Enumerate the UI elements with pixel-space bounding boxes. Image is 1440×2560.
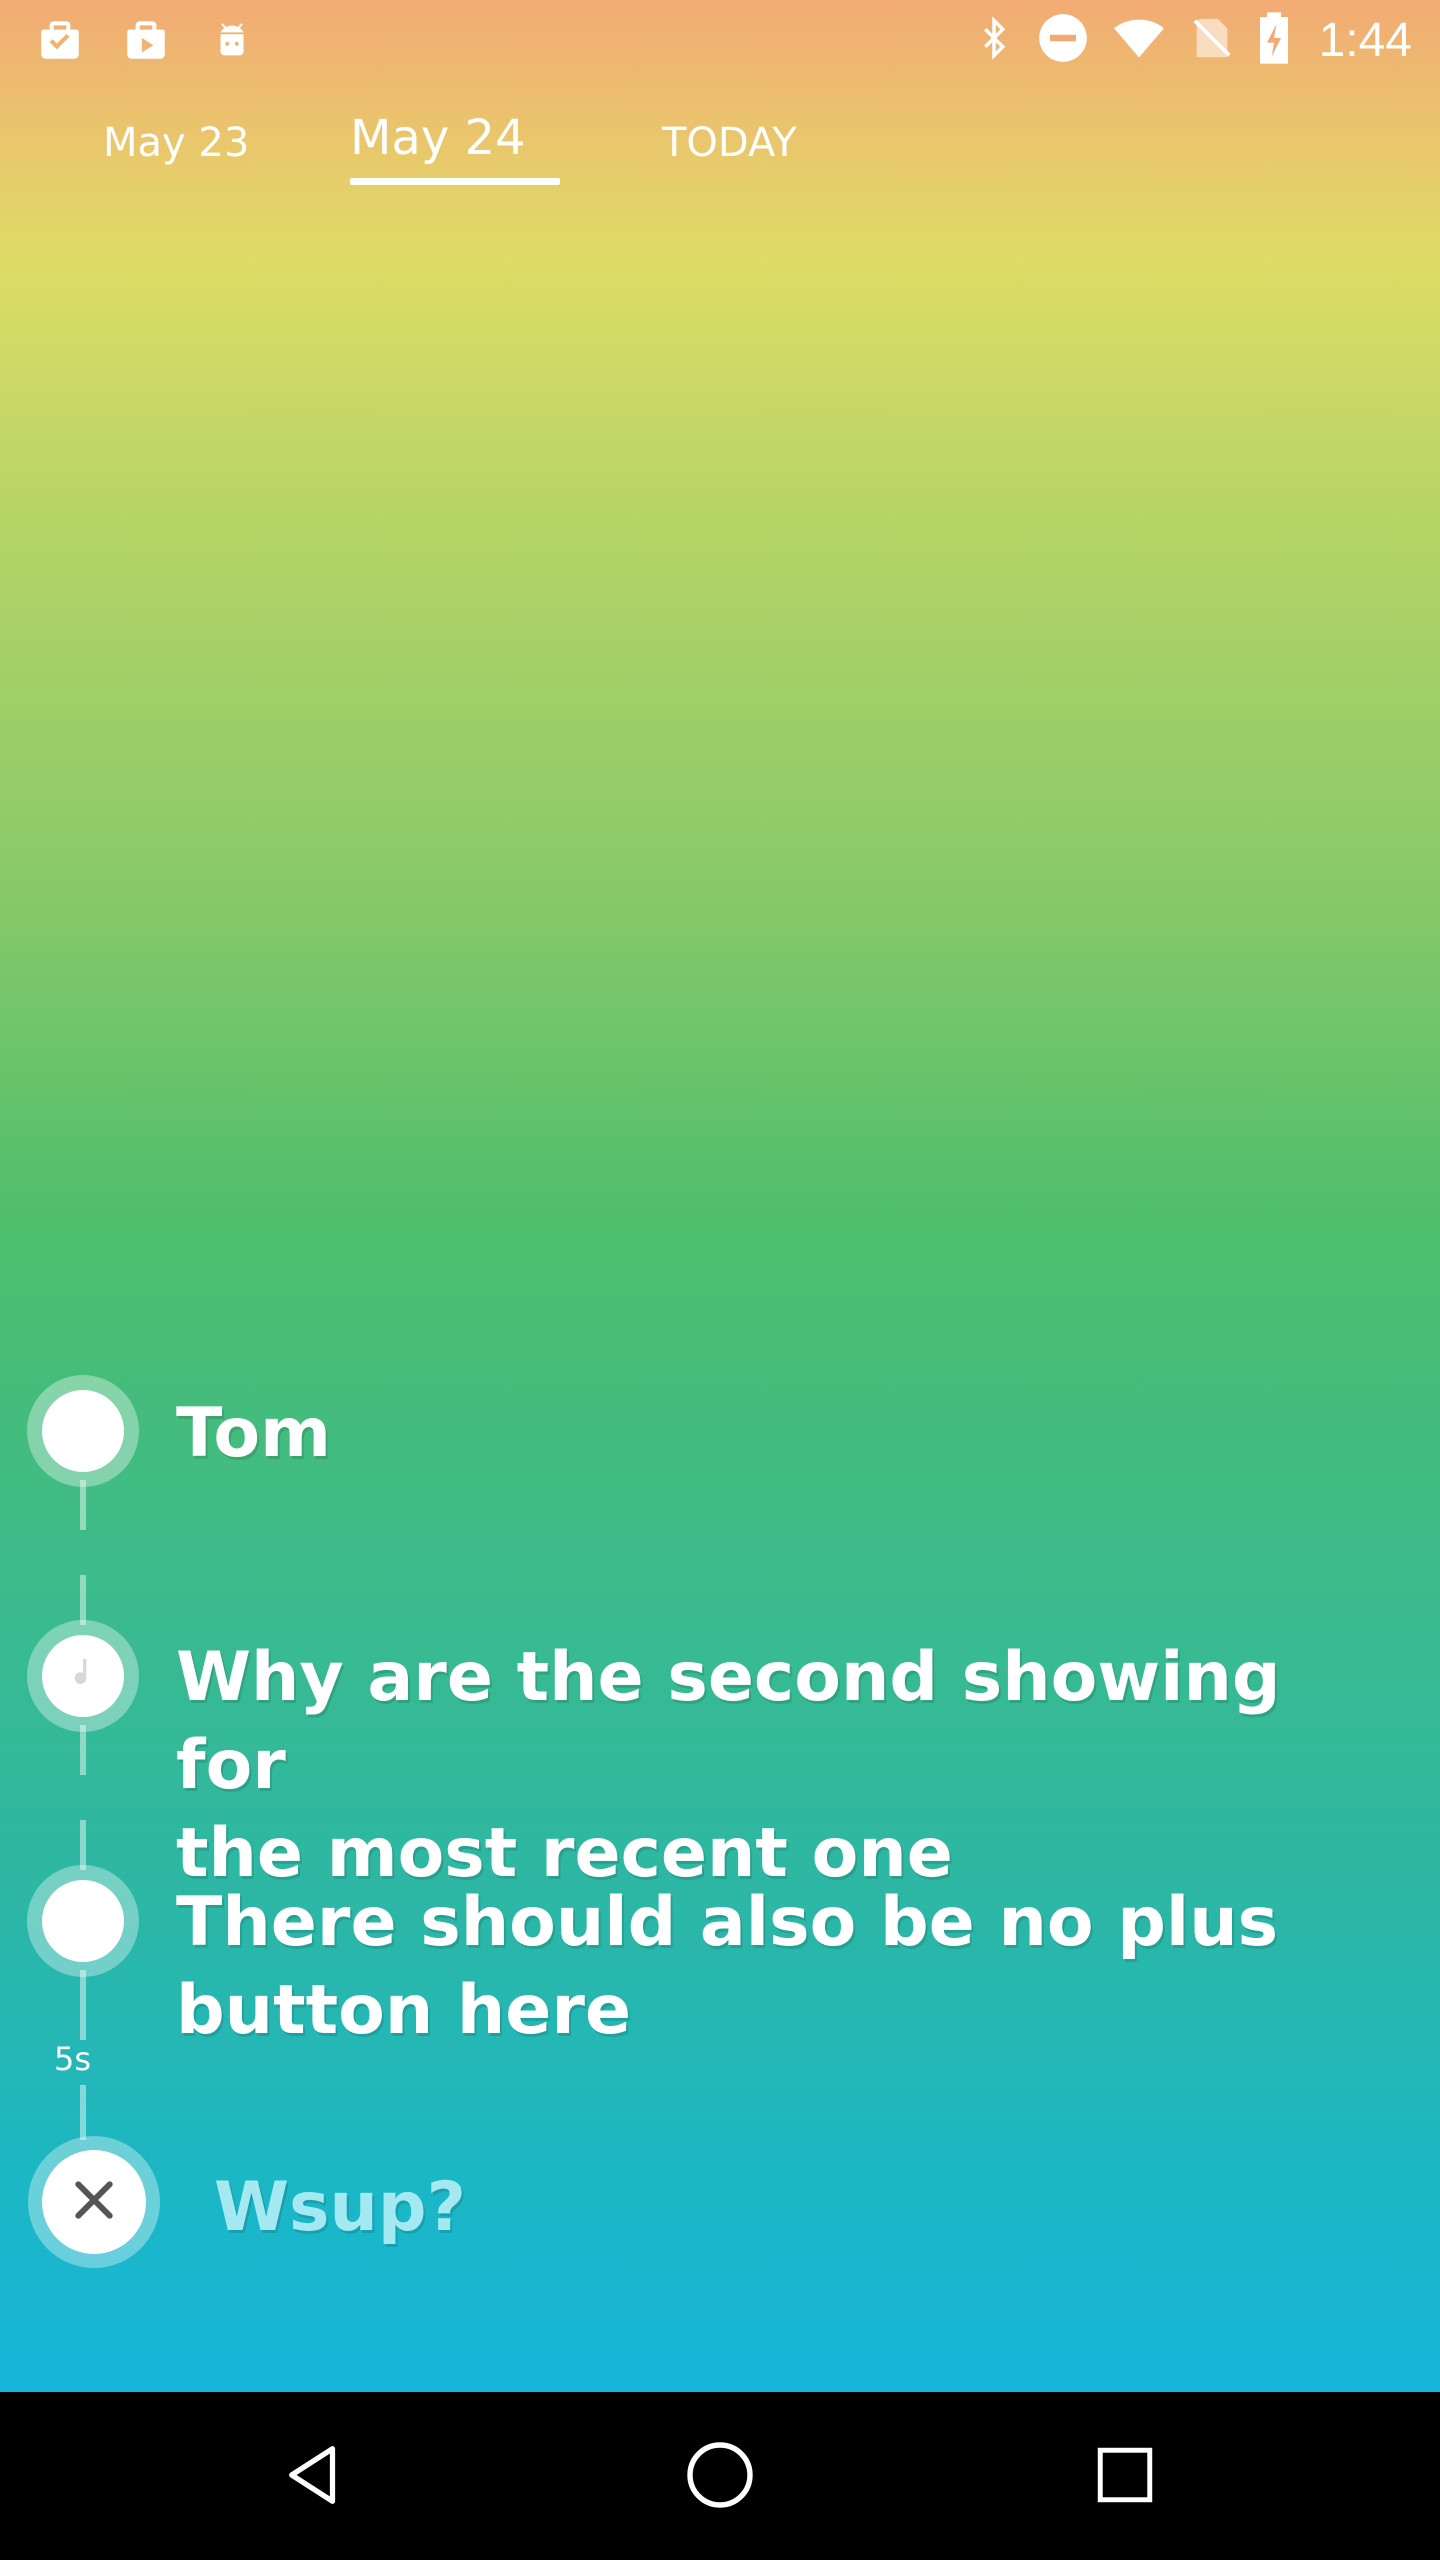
no-sim-icon — [1189, 12, 1235, 68]
briefcase-play-icon — [120, 14, 172, 66]
back-icon — [280, 2440, 350, 2514]
tab-may-23[interactable]: May 23 — [103, 120, 249, 166]
timeline-node[interactable] — [27, 1865, 139, 1977]
circle-icon — [42, 1390, 124, 1472]
cancel-compose-button[interactable] — [28, 2136, 160, 2268]
timeline-message[interactable]: Why are the second showing for the most … — [176, 1634, 1396, 1898]
recents-button[interactable] — [1080, 2432, 1170, 2522]
timeline-connector — [80, 1820, 86, 1870]
timeline-node[interactable] — [27, 1620, 139, 1732]
do-not-disturb-icon — [1037, 12, 1089, 68]
timeline-connector — [80, 1575, 86, 1625]
timeline-connector — [80, 1725, 86, 1775]
circle-icon — [42, 1880, 124, 1962]
timeline-node[interactable] — [27, 1375, 139, 1487]
timeline-message[interactable]: There should also be no plus button here — [176, 1879, 1396, 2055]
clipboard-check-icon — [34, 14, 86, 66]
screen-background: 1:44 May 23 May 24 TODAY Tom Why are the… — [0, 0, 1440, 2392]
music-note-icon — [63, 1650, 103, 1702]
bluetooth-icon — [973, 12, 1015, 68]
timeline-connector — [80, 1480, 86, 1530]
home-icon — [684, 2439, 756, 2515]
wifi-icon — [1111, 12, 1167, 68]
close-icon — [67, 2173, 121, 2231]
recents-icon — [1092, 2442, 1158, 2512]
timeline-connector — [80, 2085, 86, 2140]
android-icon — [206, 14, 258, 66]
battery-charging-icon — [1257, 10, 1291, 70]
back-button[interactable] — [270, 2432, 360, 2522]
timeline-connector — [80, 1970, 86, 2040]
home-button[interactable] — [675, 2432, 765, 2522]
duration-label: 5s — [54, 2040, 92, 2078]
selected-tab-indicator — [350, 178, 560, 185]
status-time: 1:44 — [1318, 13, 1412, 67]
compose-input[interactable] — [212, 2158, 1316, 2256]
navigation-bar — [0, 2392, 1440, 2560]
status-bar: 1:44 — [0, 0, 1440, 84]
timeline-message[interactable]: Tom — [176, 1390, 1396, 1478]
tab-today[interactable]: TODAY — [662, 120, 797, 166]
tab-may-24[interactable]: May 24 — [350, 110, 526, 166]
